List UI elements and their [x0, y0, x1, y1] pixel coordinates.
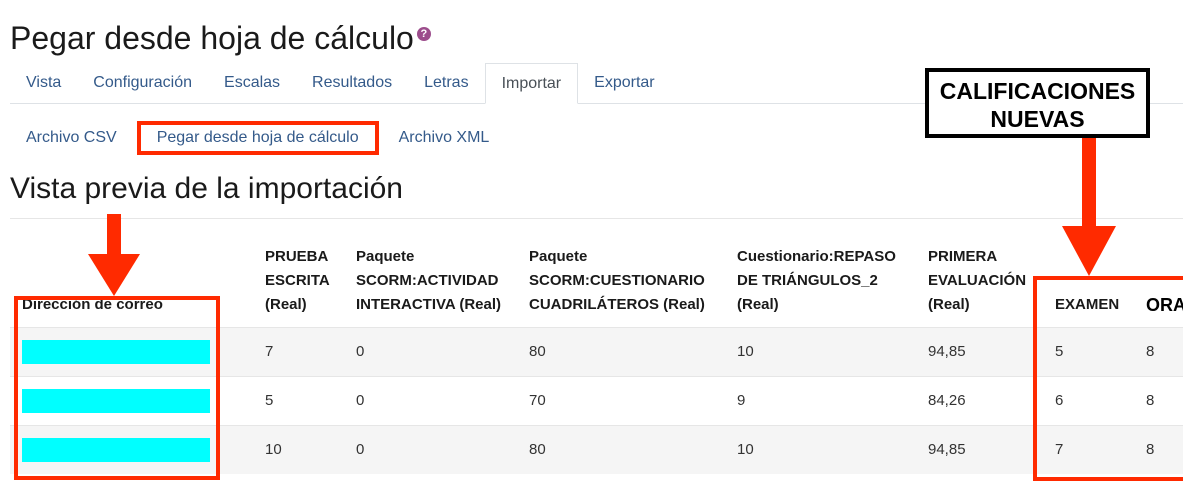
page-title: Pegar desde hoja de cálculo? [10, 20, 431, 57]
table-cell: 94,85 [916, 326, 1043, 376]
table-cell: 0 [344, 424, 517, 474]
header-prueba-escrita: PRUEBA ESCRITA (Real) [265, 247, 330, 313]
subtab-pegar-hoja-calculo[interactable]: Pegar desde hoja de cálculo [136, 121, 379, 155]
table-cell: 7 [253, 326, 344, 376]
header-primera-evaluacion: PRIMERA EVALUACIÓN (Real) [928, 247, 1027, 313]
section-title: Vista previa de la importación [10, 172, 403, 205]
subtab-archivo-xml[interactable]: Archivo XML [383, 121, 506, 155]
table-cell: 94,85 [916, 424, 1043, 474]
table-cell: 84,26 [916, 375, 1043, 425]
tab-letras[interactable]: Letras [408, 63, 484, 103]
email-column-highlight [14, 296, 220, 480]
table-cell: 0 [344, 375, 517, 425]
table-cell: 5 [253, 375, 344, 425]
new-grades-highlight [1033, 276, 1183, 481]
table-cell: 10 [725, 424, 916, 474]
subtab-archivo-csv[interactable]: Archivo CSV [10, 121, 133, 155]
callout-line-2: NUEVAS [990, 106, 1085, 132]
callout-box: CALIFICACIONES NUEVAS [925, 68, 1150, 138]
import-subtabs: Archivo CSV Pegar desde hoja de cálculo … [10, 121, 505, 155]
tab-configuracion[interactable]: Configuración [77, 63, 208, 103]
table-cell: 70 [517, 375, 725, 425]
table-cell: 80 [517, 326, 725, 376]
tab-vista[interactable]: Vista [10, 63, 77, 103]
table-cell: 80 [517, 424, 725, 474]
table-cell: 10 [725, 326, 916, 376]
tab-resultados[interactable]: Resultados [296, 63, 408, 103]
tab-escalas[interactable]: Escalas [208, 63, 296, 103]
table-cell: 0 [344, 326, 517, 376]
table-cell: 9 [725, 375, 916, 425]
header-cuestionario-repaso: Cuestionario:REPASO DE TRIÁNGULOS_2 (Rea… [737, 247, 896, 313]
table-cell: 10 [253, 424, 344, 474]
help-icon[interactable]: ? [416, 27, 431, 41]
header-scorm-cuestionario: Paquete SCORM:CUESTIONARIO CUADRILÁTEROS… [529, 247, 705, 313]
page-title-text: Pegar desde hoja de cálculo [10, 20, 414, 56]
callout-line-1: CALIFICACIONES [939, 78, 1136, 104]
tab-exportar[interactable]: Exportar [578, 63, 670, 103]
header-scorm-actividad: Paquete SCORM:ACTIVIDAD INTERACTIVA (Rea… [356, 247, 502, 313]
tab-importar[interactable]: Importar [484, 63, 579, 104]
